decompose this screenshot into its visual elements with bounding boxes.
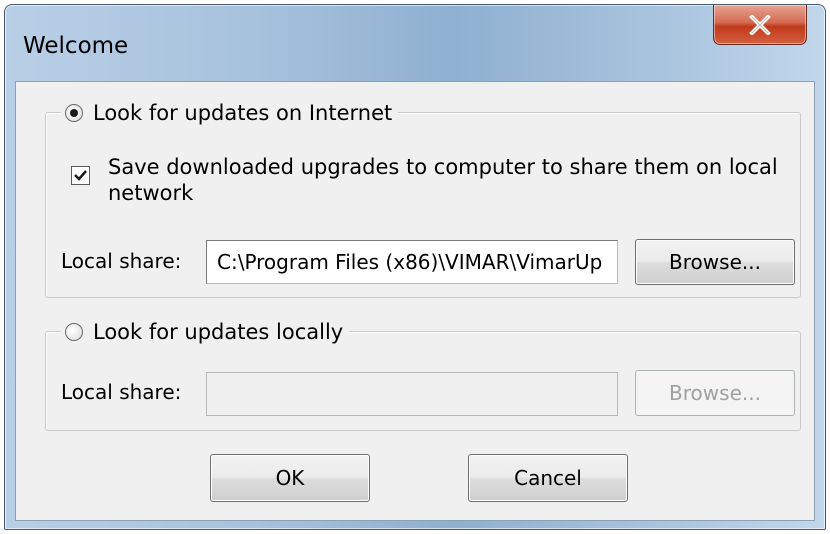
ok-button[interactable]: OK xyxy=(210,454,370,502)
save-upgrades-label[interactable]: Save downloaded upgrades to computer to … xyxy=(108,154,798,206)
checkmark-icon xyxy=(74,170,87,181)
title-bar[interactable]: Welcome xyxy=(5,5,825,81)
close-icon xyxy=(749,14,771,35)
local-share-input[interactable] xyxy=(206,372,618,416)
close-button[interactable] xyxy=(713,5,807,45)
internet-updates-label: Look for updates on Internet xyxy=(93,101,393,125)
internet-updates-radio[interactable] xyxy=(65,104,83,122)
save-upgrades-label-line1: Save downloaded upgrades to computer to … xyxy=(108,155,778,179)
local-share-label: Local share: xyxy=(61,380,182,404)
local-updates-radio[interactable] xyxy=(65,323,83,341)
local-updates-option[interactable]: Look for updates locally xyxy=(61,317,350,347)
local-browse-button[interactable]: Browse... xyxy=(635,370,795,416)
internet-local-share-label: Local share: xyxy=(61,249,182,273)
internet-local-share-input[interactable] xyxy=(206,240,618,284)
welcome-dialog: Welcome Look for updates on Internet Sav… xyxy=(4,4,826,530)
save-upgrades-checkbox[interactable] xyxy=(71,166,90,185)
internet-browse-button[interactable]: Browse... xyxy=(635,239,795,285)
cancel-button[interactable]: Cancel xyxy=(468,454,628,502)
local-updates-label: Look for updates locally xyxy=(93,320,344,344)
dialog-content: Look for updates on Internet Save downlo… xyxy=(15,81,815,521)
window-title: Welcome xyxy=(23,33,129,59)
internet-updates-option[interactable]: Look for updates on Internet xyxy=(61,98,399,128)
save-upgrades-label-line2: network xyxy=(108,181,194,205)
